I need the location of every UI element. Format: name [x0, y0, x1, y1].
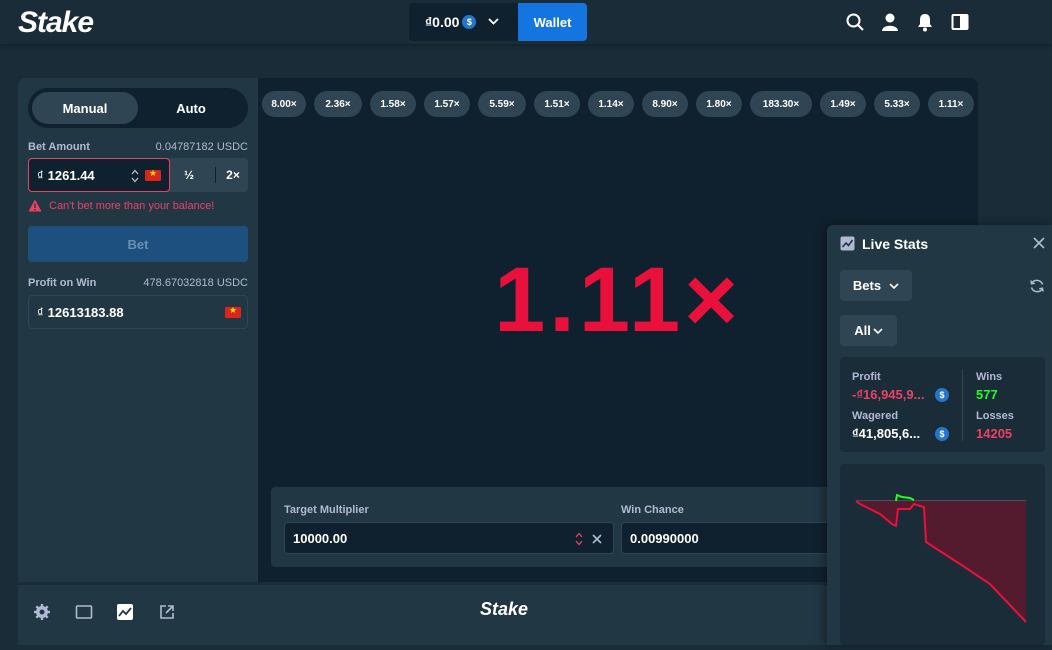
profit-value: 12613183.88 — [47, 304, 124, 320]
target-multiplier-label: Target Multiplier — [284, 504, 369, 516]
bet-amount-input[interactable]: ₫ 1261.44 — [28, 158, 170, 192]
wagered-stat-value: ₫41,805,6... — [852, 426, 921, 441]
wagered-stat-label: Wagered — [852, 410, 899, 422]
chevron-down-icon — [488, 16, 500, 28]
usdc-coin-icon: $ — [935, 388, 949, 402]
current-multiplier: 1.11× — [494, 249, 742, 351]
stats-summary: Profit -₫16,945,9... $ Wagered ₫41,805,6… — [840, 357, 1045, 452]
chevron-down-icon — [889, 282, 899, 289]
target-multiplier-input[interactable]: 10000.00 — [284, 522, 614, 554]
result-pill[interactable]: 1.58× — [370, 91, 416, 117]
settings-icon[interactable] — [33, 603, 51, 621]
bet-error-message: Can't bet more than your balance! — [28, 199, 214, 212]
clear-icon[interactable] — [592, 534, 602, 544]
bets-dropdown[interactable]: Bets — [840, 270, 912, 301]
bet-amount-group: ₫ 1261.44 ½ 2× — [28, 158, 248, 192]
live-stats-panel: Live Stats Bets All Profit -₫16,945,9...… — [827, 225, 1052, 645]
result-pill[interactable]: 5.33× — [874, 91, 920, 117]
bet-amount-label: Bet Amount — [28, 141, 90, 153]
result-pill[interactable]: 1.57× — [424, 91, 470, 117]
balance-amount: ₫0.00 — [425, 14, 460, 30]
stake-logo[interactable]: Stake — [18, 6, 94, 40]
search-icon[interactable] — [845, 12, 865, 32]
wallet-button[interactable]: Wallet — [518, 3, 587, 41]
half-button[interactable]: ½ — [170, 158, 208, 192]
result-pill[interactable]: 1.49× — [820, 91, 866, 117]
result-pill[interactable]: 8.00× — [262, 91, 306, 117]
divider — [215, 167, 216, 183]
vietnam-flag-icon — [225, 305, 241, 318]
filter-dropdown-label: All — [854, 323, 871, 338]
stepper-icon[interactable] — [131, 169, 139, 183]
live-stats-title: Live Stats — [862, 236, 929, 252]
profit-stat-label: Profit — [852, 371, 881, 383]
double-button[interactable]: 2× — [218, 158, 248, 192]
stats-divider — [962, 369, 963, 441]
result-pill[interactable]: 1.11× — [928, 91, 974, 117]
target-multiplier-value: 10000.00 — [293, 530, 348, 546]
top-bar: Stake ₫0.00 $ Wallet — [0, 0, 1052, 44]
win-chance-value: 0.00990000 — [630, 530, 699, 546]
win-chance-label: Win Chance — [621, 504, 684, 516]
bets-dropdown-label: Bets — [852, 278, 882, 293]
profit-stat-value: -₫16,945,9... — [852, 387, 925, 402]
user-icon[interactable] — [880, 12, 900, 32]
chevron-down-icon — [873, 327, 883, 334]
result-pill[interactable]: 1.80× — [696, 91, 742, 117]
popout-icon[interactable] — [158, 603, 176, 621]
balance-selector[interactable]: ₫0.00 $ — [409, 3, 518, 41]
result-pill[interactable]: 183.30× — [750, 91, 812, 117]
wins-stat-label: Wins — [976, 371, 1003, 383]
mode-toggle: Manual Auto — [28, 88, 248, 128]
wins-stat-value: 577 — [976, 387, 998, 402]
win-chance-input[interactable]: 0.00990000 — [621, 522, 831, 554]
sidebar-toggle-icon[interactable] — [950, 12, 970, 32]
profit-chart — [840, 464, 1045, 645]
usdc-coin-icon: $ — [462, 15, 477, 29]
stepper-icon[interactable] — [575, 532, 583, 546]
currency-symbol: ₫ — [37, 167, 44, 183]
profit-chart-svg — [855, 493, 1027, 623]
profit-line — [895, 493, 915, 502]
refresh-icon[interactable] — [1029, 278, 1045, 294]
live-stats-icon[interactable] — [116, 603, 134, 621]
profit-label: Profit on Win — [28, 277, 97, 289]
bet-panel: Manual Auto Bet Amount 0.04787182 USDC ₫… — [18, 78, 258, 582]
footer-stake-logo: Stake — [480, 599, 529, 619]
close-icon[interactable] — [1033, 237, 1045, 249]
result-pill[interactable]: 5.59× — [478, 91, 526, 117]
live-stats-icon — [840, 236, 855, 251]
profit-usdc: 478.67032818 USDC — [143, 277, 248, 289]
result-pill[interactable]: 1.14× — [588, 91, 634, 117]
bet-button[interactable]: Bet — [28, 226, 248, 262]
vietnam-flag-icon — [145, 168, 161, 181]
theatre-mode-icon[interactable] — [75, 603, 93, 621]
game-controls: Target Multiplier 10000.00 Win Chance 0.… — [271, 487, 871, 567]
result-pill[interactable]: 2.36× — [314, 91, 362, 117]
result-pill[interactable]: 8.90× — [642, 91, 688, 117]
bet-amount-value: 1261.44 — [47, 167, 95, 183]
error-text: Can't bet more than your balance! — [49, 199, 215, 212]
filter-dropdown[interactable]: All — [840, 315, 897, 346]
losses-stat-label: Losses — [976, 410, 1014, 422]
result-pill[interactable]: 1.51× — [534, 91, 580, 117]
bet-amount-usdc: 0.04787182 USDC — [155, 141, 248, 153]
bell-icon[interactable] — [915, 12, 935, 32]
usdc-coin-icon: $ — [935, 427, 949, 441]
warning-icon — [28, 199, 42, 212]
tab-manual[interactable]: Manual — [32, 92, 138, 124]
loss-area — [856, 501, 1026, 622]
losses-stat-value: 14205 — [976, 426, 1013, 441]
currency-symbol: ₫ — [37, 304, 44, 320]
tab-auto[interactable]: Auto — [138, 92, 244, 124]
profit-input: ₫ 12613183.88 — [28, 295, 248, 329]
